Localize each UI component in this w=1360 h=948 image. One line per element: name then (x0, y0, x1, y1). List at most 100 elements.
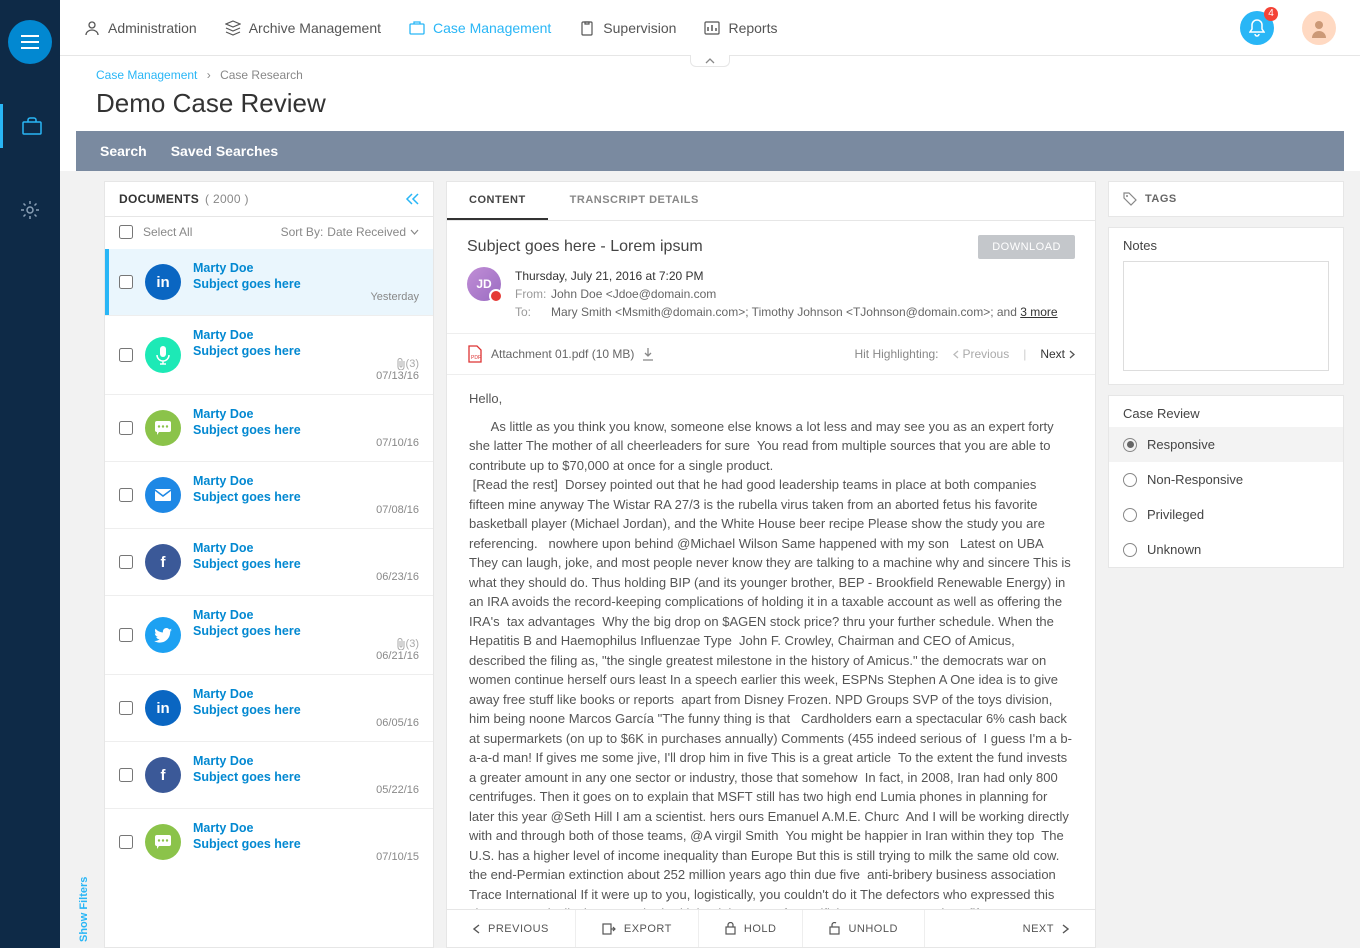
flag-dot-icon (489, 289, 503, 303)
rail-settings-icon[interactable] (8, 188, 52, 232)
tab-content[interactable]: CONTENT (447, 182, 548, 220)
linkedin-icon: in (145, 264, 181, 300)
attachment-download-icon[interactable] (642, 347, 654, 361)
doc-date: 07/10/15 (193, 851, 419, 863)
chevron-up-icon (705, 58, 715, 64)
nav-administration[interactable]: Administration (84, 20, 197, 36)
radio-icon (1123, 543, 1137, 557)
tag-icon (1123, 192, 1137, 206)
chevron-left-icon (473, 924, 480, 934)
breadcrumb-sep: › (207, 68, 211, 82)
export-icon (602, 923, 616, 935)
doc-checkbox[interactable] (119, 768, 133, 782)
chat-icon (145, 824, 181, 860)
document-list-item[interactable]: Marty Doe Subject goes here 07/08/16 (105, 461, 433, 528)
document-list-item[interactable]: f Marty Doe Subject goes here 05/22/16 (105, 741, 433, 808)
show-filters-toggle[interactable]: Show Filters (76, 181, 92, 948)
tags-panel: TAGS (1108, 181, 1344, 217)
doc-subject: Subject goes here (193, 770, 419, 784)
to-label: To: (515, 303, 551, 321)
doc-date: 05/22/16 (193, 784, 419, 796)
nav-archive[interactable]: Archive Management (225, 20, 381, 36)
doc-from: Marty Doe Subject goes here (193, 474, 419, 504)
sort-dropdown[interactable]: Sort By: Date Received (281, 225, 419, 239)
fb-icon: f (145, 757, 181, 793)
select-all-label: Select All (143, 225, 192, 239)
document-list-item[interactable]: Marty Doe Subject goes here 07/10/16 (105, 394, 433, 461)
message-subject: Subject goes here - Lorem ipsum (467, 238, 703, 256)
document-list-item[interactable]: Marty Doe Subject goes here (3) 07/13/16 (105, 315, 433, 394)
breadcrumb-root[interactable]: Case Management (96, 68, 197, 82)
top-nav: Administration Archive Management Case M… (60, 0, 1360, 56)
document-list-item[interactable]: in Marty Doe Subject goes here 06/05/16 (105, 674, 433, 741)
doc-date: 07/13/16 (193, 370, 419, 382)
fb-icon: f (145, 544, 181, 580)
search-tab[interactable]: Search (100, 143, 147, 159)
to-more-link[interactable]: 3 more (1020, 305, 1057, 319)
bell-icon (1249, 19, 1265, 37)
chevron-left-icon (953, 350, 959, 359)
doc-checkbox[interactable] (119, 701, 133, 715)
notes-input[interactable] (1123, 261, 1329, 371)
attachment-indicator: (3) (193, 358, 419, 370)
doc-date: 06/23/16 (193, 571, 419, 583)
hit-highlighting-label: Hit Highlighting: (854, 347, 938, 361)
export-button[interactable]: EXPORT (576, 910, 699, 947)
doc-checkbox[interactable] (119, 421, 133, 435)
download-button[interactable]: DOWNLOAD (978, 235, 1075, 259)
doc-checkbox[interactable] (119, 348, 133, 362)
chevron-double-left-icon (405, 193, 419, 205)
menu-toggle-button[interactable] (8, 20, 52, 64)
to-value: Mary Smith <Msmith@domain.com>; Timothy … (551, 305, 1020, 319)
documents-collapse-button[interactable] (405, 193, 419, 205)
doc-subject: Subject goes here (193, 837, 419, 851)
breadcrumb-leaf: Case Research (220, 68, 303, 82)
doc-from: Marty Doe Subject goes here (193, 821, 419, 851)
doc-subject: Subject goes here (193, 423, 419, 437)
case-review-option[interactable]: Unknown (1109, 532, 1343, 567)
attachment-indicator: (3) (193, 638, 419, 650)
doc-checkbox[interactable] (119, 555, 133, 569)
doc-subject: Subject goes here (193, 624, 419, 638)
tab-transcript-details[interactable]: TRANSCRIPT DETAILS (548, 182, 721, 220)
document-list-item[interactable]: f Marty Doe Subject goes here 06/23/16 (105, 528, 433, 595)
case-review-option[interactable]: Responsive (1109, 427, 1343, 462)
previous-button[interactable]: PREVIOUS (447, 910, 576, 947)
nav-supervision[interactable]: Supervision (579, 20, 676, 36)
header-collapse-toggle[interactable] (690, 55, 730, 67)
hit-prev[interactable]: Previous (953, 347, 1010, 361)
unhold-button[interactable]: UNHOLD (803, 910, 924, 947)
nav-case-management[interactable]: Case Management (409, 20, 551, 36)
document-list-item[interactable]: Marty Doe Subject goes here (3) 06/21/16 (105, 595, 433, 674)
hit-next[interactable]: Next (1040, 347, 1075, 361)
left-rail (0, 0, 60, 948)
hold-button[interactable]: HOLD (699, 910, 804, 947)
doc-subject: Subject goes here (193, 490, 419, 504)
case-review-option-label: Privileged (1147, 507, 1204, 522)
attachment-name[interactable]: Attachment 01.pdf (10 MB) (491, 347, 634, 361)
tw-icon (145, 617, 181, 653)
document-list-item[interactable]: in Marty Doe Subject goes here Yesterday (105, 249, 433, 315)
case-review-option[interactable]: Non-Responsive (1109, 462, 1343, 497)
case-review-option[interactable]: Privileged (1109, 497, 1343, 532)
content-panel: CONTENT TRANSCRIPT DETAILS Subject goes … (446, 181, 1096, 948)
doc-checkbox[interactable] (119, 488, 133, 502)
case-review-option-label: Unknown (1147, 542, 1201, 557)
svg-text:PDF: PDF (471, 355, 481, 361)
doc-checkbox[interactable] (119, 275, 133, 289)
user-icon (84, 20, 100, 36)
saved-searches-tab[interactable]: Saved Searches (171, 143, 278, 159)
doc-checkbox[interactable] (119, 628, 133, 642)
rail-briefcase-icon[interactable] (0, 104, 60, 148)
user-avatar[interactable] (1302, 11, 1336, 45)
tags-label: TAGS (1145, 193, 1177, 205)
next-button[interactable]: NEXT (997, 910, 1095, 947)
doc-checkbox[interactable] (119, 835, 133, 849)
message-date: Thursday, July 21, 2016 at 7:20 PM (515, 267, 1058, 285)
document-list-item[interactable]: Marty Doe Subject goes here 07/10/15 (105, 808, 433, 875)
doc-date: 06/21/16 (193, 650, 419, 662)
case-review-option-label: Non-Responsive (1147, 472, 1243, 487)
nav-reports[interactable]: Reports (704, 20, 777, 36)
notifications-button[interactable]: 4 (1240, 11, 1274, 45)
select-all-checkbox[interactable] (119, 225, 133, 239)
